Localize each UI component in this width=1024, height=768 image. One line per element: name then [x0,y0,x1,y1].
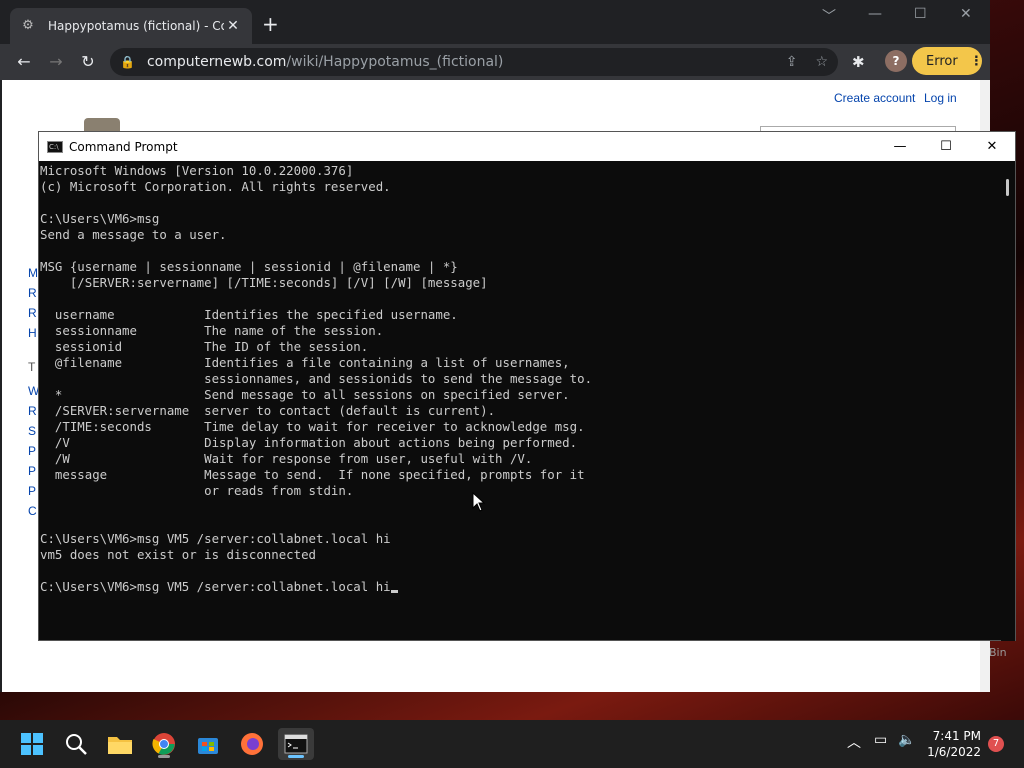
text-cursor [390,590,398,593]
console-input-line[interactable]: C:\Users\VM6>msg VM5 /server:collabnet.l… [40,579,1001,595]
console-line: /TIME:seconds Time delay to wait for rec… [40,419,585,434]
command-prompt-window[interactable]: C:\ Command Prompt — ☐ ✕ Microsoft Windo… [38,131,1016,641]
file-explorer-icon[interactable] [102,728,138,760]
console-line: (c) Microsoft Corporation. All rights re… [40,179,391,194]
url-domain: computernewb.com [146,54,287,70]
firefox-icon[interactable] [234,728,270,760]
share-icon[interactable]: ⇪ [786,54,798,70]
sidebar-link[interactable]: H [28,326,37,340]
sidebar-link[interactable]: R [28,306,37,320]
console-line: * Send message to all sessions on specif… [40,387,570,402]
new-tab-button[interactable]: + [262,14,279,34]
sidebar-link[interactable]: S [28,424,36,438]
scrollbar-thumb[interactable] [1006,179,1009,196]
chrome-icon[interactable] [146,728,182,760]
url-text[interactable]: computernewb.com/wiki/Happypotamus_(fict… [147,54,768,70]
console-line: [/SERVER:servername] [/TIME:seconds] [/V… [40,275,488,290]
sidebar-link[interactable]: M [28,266,38,280]
recycle-bin-label[interactable]: Bin [989,646,1007,659]
site-favicon-icon: ⚙ [22,18,34,33]
console-line: Microsoft Windows [Version 10.0.22000.37… [40,163,354,178]
sidebar-link[interactable]: P [28,464,36,478]
tab-title: Happypotamus (fictional) - Comp [48,19,224,33]
console-output[interactable]: Microsoft Windows [Version 10.0.22000.37… [39,161,1001,641]
back-icon[interactable]: ← [12,50,36,74]
show-hidden-icons-icon[interactable]: ︿ [847,732,861,752]
star-icon[interactable]: ☆ [815,54,828,70]
url-path: /wiki/Happypotamus_(fictional) [286,54,504,70]
console-line: C:\Users\VM6>msg VM5 /server:collabnet.l… [40,531,391,546]
clock-date: 1/6/2022 [927,745,981,759]
sidebar-link[interactable]: C [28,504,37,518]
minimize-button[interactable]: — [868,6,882,22]
sidebar-heading: T [28,360,36,374]
cmd-minimize-button[interactable]: — [877,132,923,161]
network-icon[interactable]: ▭ [874,732,887,748]
log-in-link[interactable]: Log in [924,91,957,105]
search-icon[interactable] [58,728,94,760]
terminal-icon[interactable] [278,728,314,760]
console-line: sessionnames, and sessionids to send the… [40,371,593,386]
console-line: sessionid The ID of the session. [40,339,369,354]
menu-dots-icon[interactable]: ⋮ [970,54,983,69]
tab-search-icon[interactable]: ﹀ [822,6,836,26]
console-line: username Identifies the specified userna… [40,307,458,322]
console-lines: Microsoft Windows [Version 10.0.22000.37… [40,163,1001,579]
running-indicator [158,755,170,758]
console-line: sessionname The name of the session. [40,323,384,338]
active-indicator [288,755,304,758]
forward-icon[interactable]: → [44,50,68,74]
console-scrollbar[interactable] [1001,161,1015,641]
console-line: /V Display information about actions bei… [40,435,578,450]
console-line: MSG {username | sessionname | sessionid … [40,259,458,274]
puzzle-icon[interactable]: ✱ [852,53,865,71]
sidebar-link[interactable]: R [28,404,37,418]
create-account-link[interactable]: Create account [834,91,915,105]
console-input: C:\Users\VM6>msg VM5 /server:collabnet.l… [40,579,391,594]
console-line: /SERVER:servername server to contact (de… [40,403,496,418]
close-window-button[interactable]: ✕ [960,6,972,22]
cmd-close-button[interactable]: ✕ [969,132,1015,161]
cmd-icon: C:\ [47,140,63,153]
reload-icon[interactable]: ↻ [76,50,100,74]
cmd-title-bar[interactable]: C:\ Command Prompt — ☐ ✕ [39,132,1015,161]
taskbar: ︿ ▭ 🔈 [0,720,1024,768]
tab-strip: ⚙ Happypotamus (fictional) - Comp ✕ + ﹀ … [0,0,990,44]
cmd-title: Command Prompt [69,139,178,154]
console-line: @filename Identifies a file containing a… [40,355,570,370]
notification-badge[interactable]: 7 [988,736,1004,752]
clock-time: 7:41 PM [932,729,981,743]
tab-close-icon[interactable]: ✕ [224,18,242,34]
console-line: C:\Users\VM6>msg [40,211,160,226]
console-line: /W Wait for response from user, useful w… [40,451,533,466]
error-button[interactable]: Error ⋮ [912,47,983,75]
error-label: Error [926,53,958,69]
console-line: Send a message to a user. [40,227,227,242]
address-bar[interactable]: 🔒 computernewb.com/wiki/Happypotamus_(fi… [110,48,838,76]
console-line: message Message to send. If none specifi… [40,467,585,482]
profile-avatar[interactable]: ? [885,50,907,72]
maximize-button[interactable]: ☐ [914,6,927,22]
toolbar: ← → ↻ 🔒 computernewb.com/wiki/Happypotam… [0,44,990,80]
browser-tab[interactable]: ⚙ Happypotamus (fictional) - Comp ✕ [10,8,252,44]
mouse-pointer-icon [472,492,486,512]
store-icon[interactable] [190,728,226,760]
sidebar-link[interactable]: R [28,286,37,300]
lock-icon[interactable]: 🔒 [120,55,135,69]
volume-icon[interactable]: 🔈 [898,732,915,748]
console-line: or reads from stdin. [40,483,354,498]
start-icon[interactable] [14,728,50,760]
system-clock[interactable]: 7:41 PM 1/6/2022 [925,728,981,760]
sidebar-link[interactable]: P [28,444,36,458]
cmd-maximize-button[interactable]: ☐ [923,132,969,161]
sidebar-link[interactable]: P [28,484,36,498]
console-line: vm5 does not exist or is disconnected [40,547,317,562]
